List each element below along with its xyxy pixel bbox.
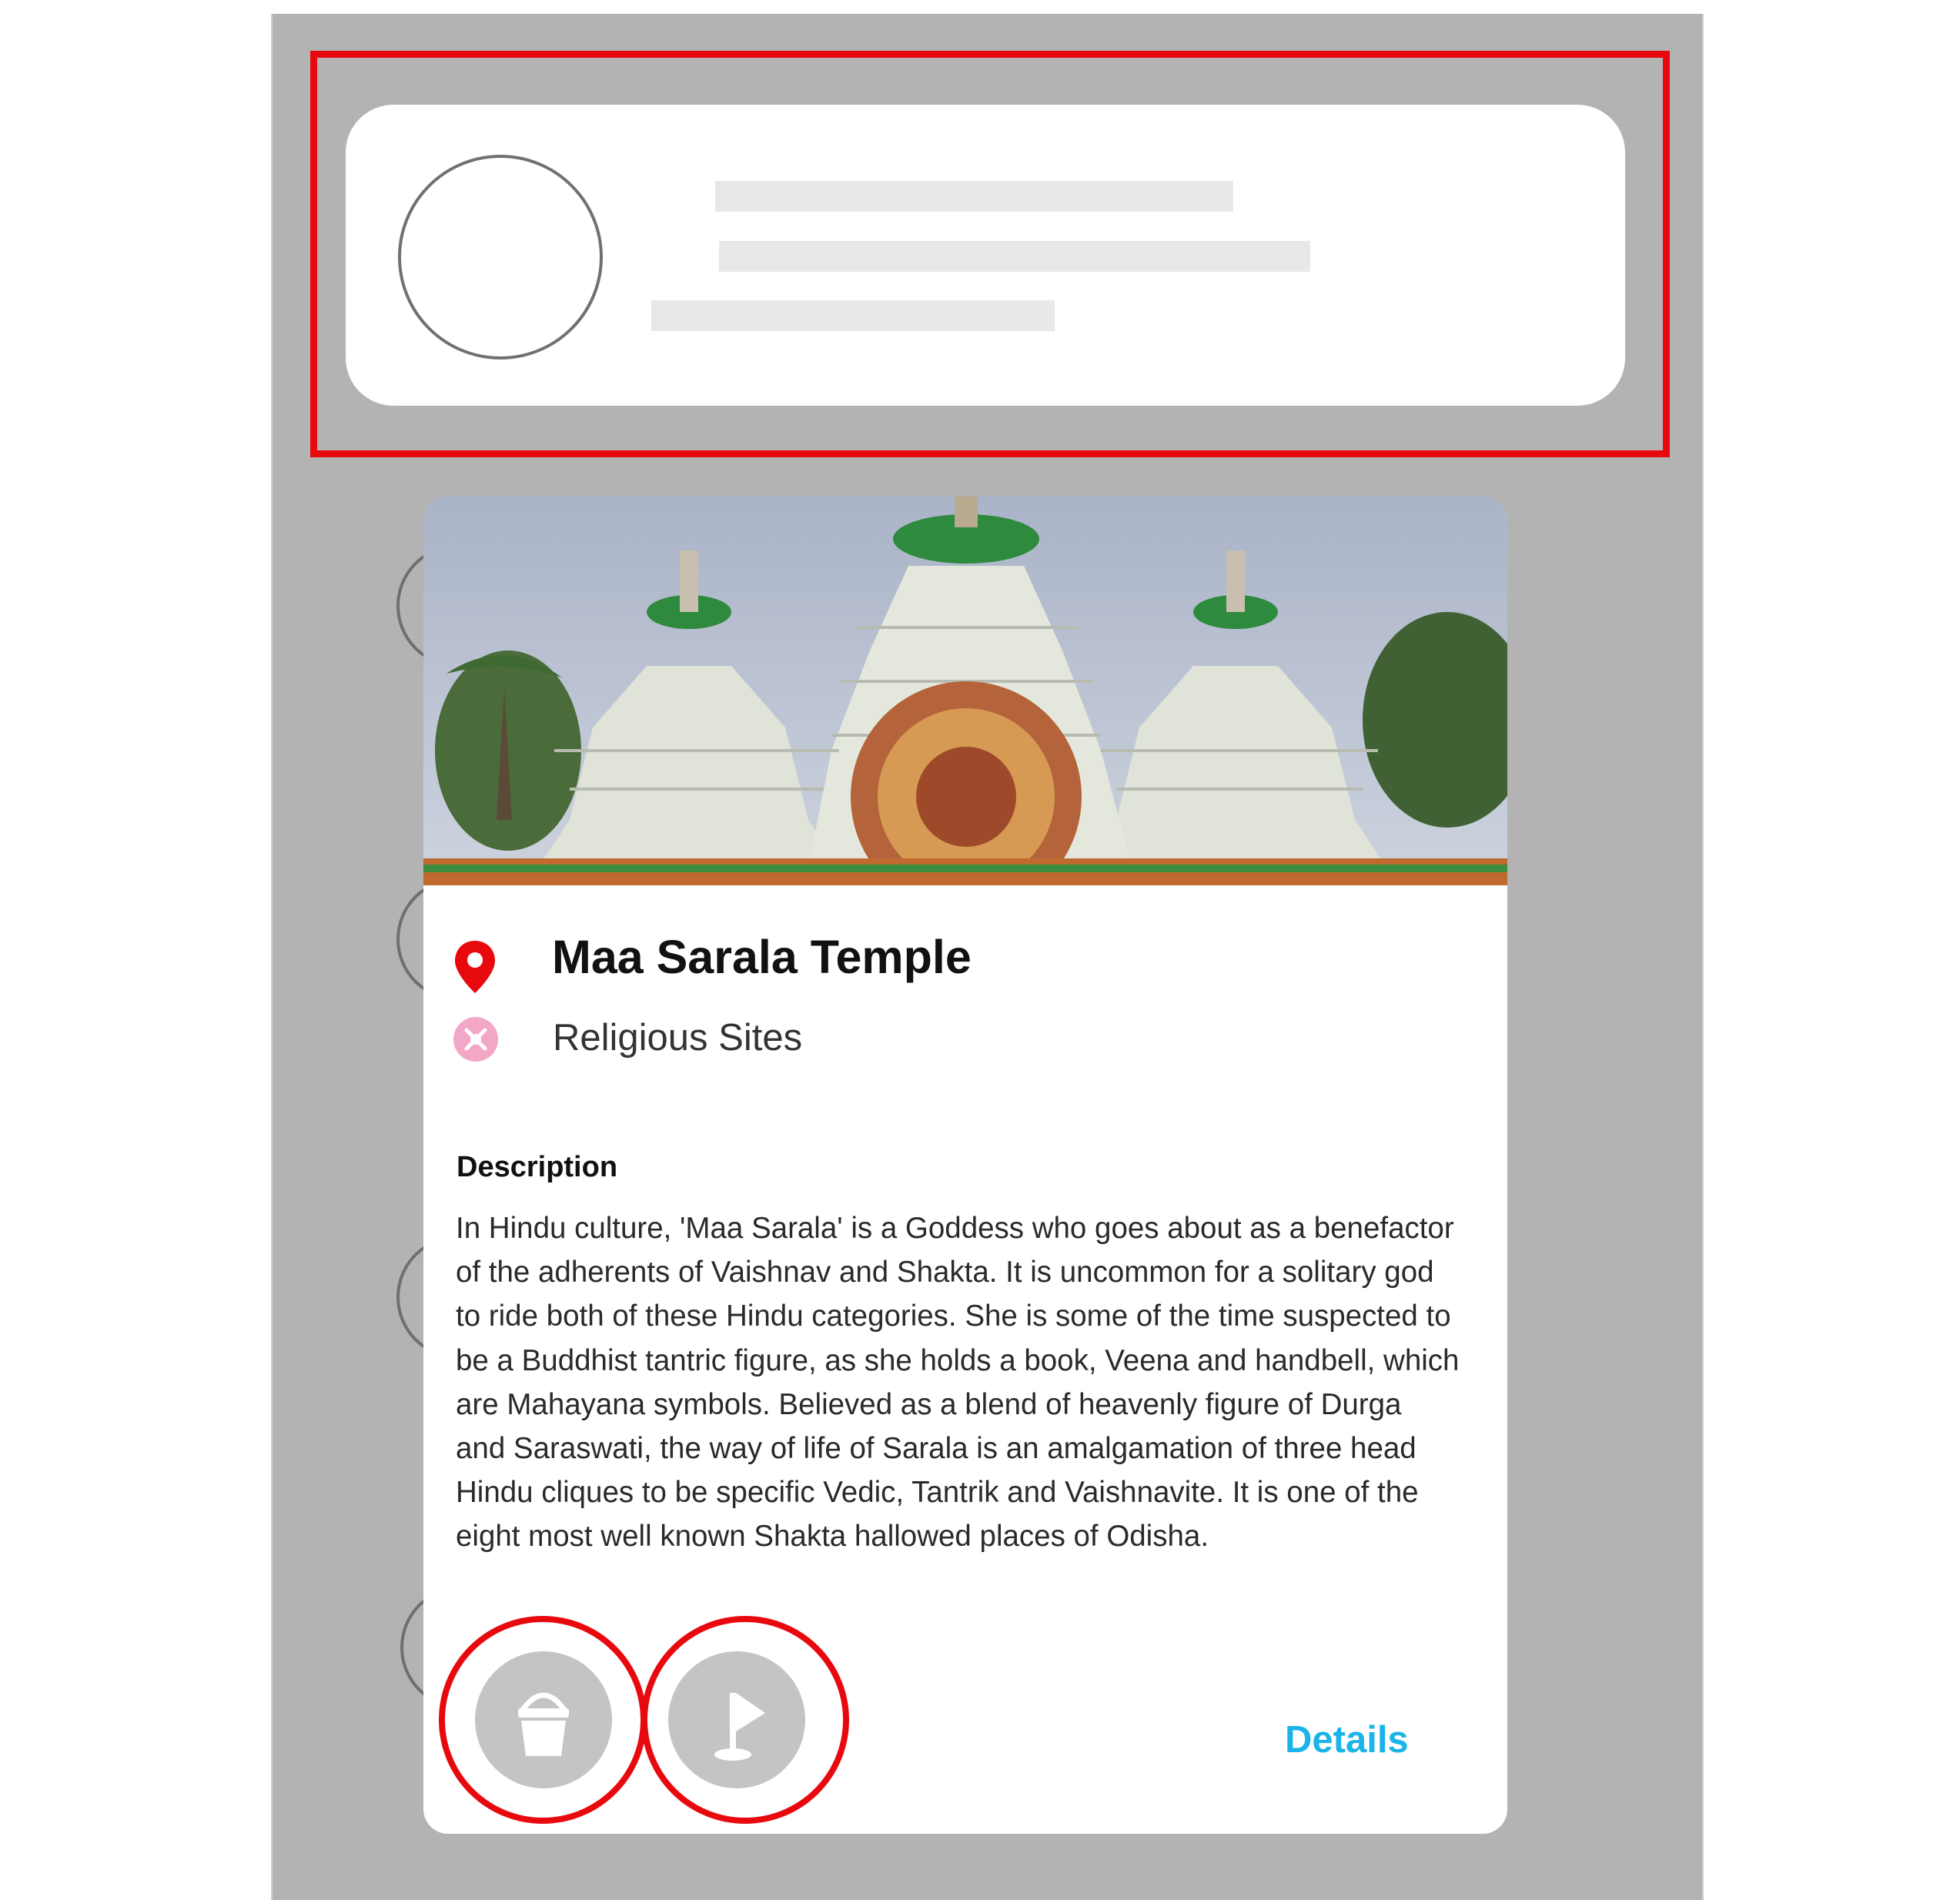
- description-line: be a Buddhist tantric figure, as she hol…: [456, 1343, 1460, 1377]
- details-link[interactable]: Details: [1285, 1718, 1409, 1761]
- mark-visited-button[interactable]: [668, 1651, 805, 1788]
- bucket-icon: [518, 1692, 569, 1756]
- temple-photo: [423, 497, 1507, 885]
- flag-icon: [714, 1693, 765, 1761]
- description-line: are Mahayana symbols. Believed as a blen…: [456, 1387, 1402, 1421]
- description-line: In Hindu culture, 'Maa Sarala' is a Godd…: [456, 1212, 1454, 1245]
- highlight-annotation-box: [310, 51, 1670, 457]
- place-category: Religious Sites: [553, 1017, 803, 1059]
- place-title: Maa Sarala Temple: [552, 931, 972, 983]
- description-line: Hindu cliques to be specific Vedic, Tant…: [456, 1476, 1419, 1510]
- description-text: In Hindu culture, 'Maa Sarala' is a Godd…: [456, 1206, 1480, 1559]
- description-heading: Description: [457, 1151, 618, 1183]
- place-detail-card: Maa Sarala Temple Religious Sites Descri…: [423, 497, 1507, 1834]
- religious-site-category-icon: [453, 1017, 498, 1062]
- description-line: to ride both of these Hindu categories. …: [456, 1300, 1451, 1333]
- description-line: eight most well known Shakta hallowed pl…: [456, 1520, 1209, 1554]
- description-line: and Saraswati, the way of life of Sarala…: [456, 1432, 1416, 1466]
- description-line: of the adherents of Vaishnav and Shakta.…: [456, 1256, 1434, 1290]
- bucket-list-button[interactable]: [475, 1651, 612, 1788]
- location-pin-icon: [455, 941, 495, 993]
